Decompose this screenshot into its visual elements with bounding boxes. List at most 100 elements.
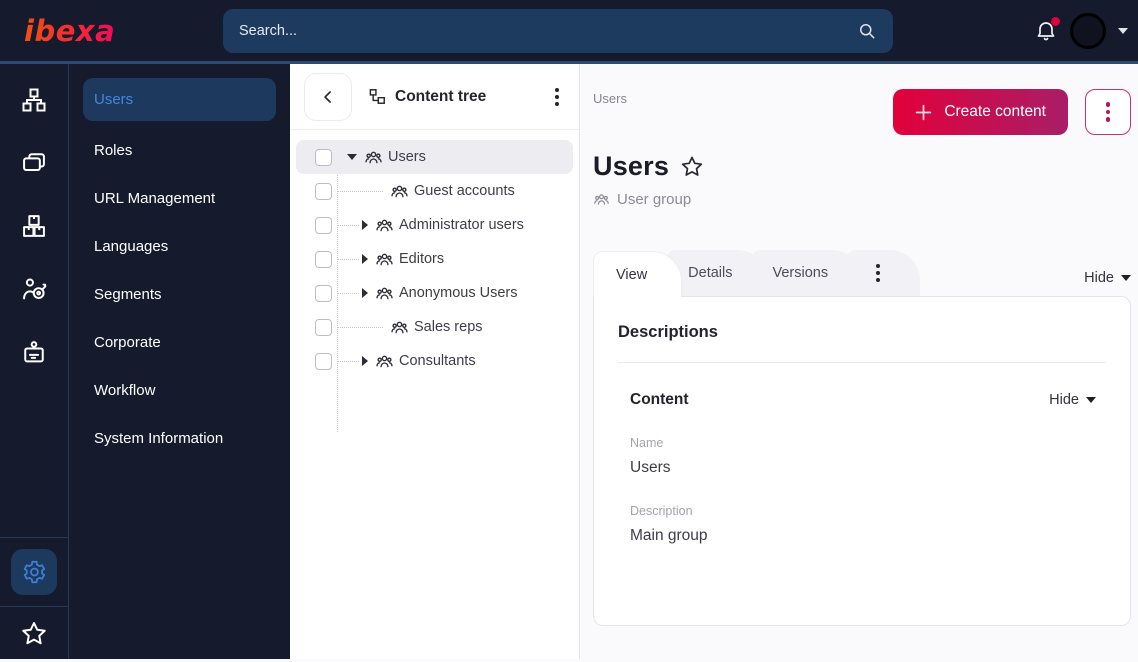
sidebar-item-roles[interactable]: Roles: [69, 126, 290, 174]
tree-connector: [337, 292, 359, 294]
page-title: Users: [593, 151, 670, 181]
admin-badge-icon[interactable]: [17, 335, 51, 369]
search-input[interactable]: [239, 22, 857, 39]
create-content-button[interactable]: Create content: [893, 89, 1068, 135]
user-group-icon: [375, 216, 394, 235]
sidebar-item-label: Roles: [94, 141, 133, 159]
tree-connector: [337, 360, 359, 362]
sidebar-item-segments[interactable]: Segments: [69, 270, 290, 318]
tree-connector: [337, 326, 383, 328]
content-tree: Users Guest accounts Administrator users: [290, 130, 579, 432]
personalization-icon[interactable]: [17, 272, 51, 306]
gear-icon: [23, 560, 46, 584]
tab-versions[interactable]: Versions: [750, 250, 863, 296]
notifications-button[interactable]: [1034, 16, 1060, 44]
sidebar-item-system-information[interactable]: System Information: [69, 414, 290, 462]
caret-right-icon[interactable]: [362, 220, 368, 230]
notification-dot: [1051, 16, 1060, 26]
tree-options-kebab[interactable]: [549, 82, 565, 112]
rail-divider: [0, 537, 68, 538]
sidebar-item-url-management[interactable]: URL Management: [69, 174, 290, 222]
breadcrumb[interactable]: Users: [593, 91, 627, 106]
user-menu-caret-icon[interactable]: [1118, 27, 1128, 34]
sidebar-item-languages[interactable]: Languages: [69, 222, 290, 270]
tree-checkbox[interactable]: [315, 250, 332, 268]
hide-section-toggle[interactable]: Hide: [1049, 392, 1096, 408]
tree-checkbox[interactable]: [315, 318, 332, 336]
admin-settings-button[interactable]: [11, 549, 57, 595]
brand-text: ibexa: [24, 14, 115, 48]
sidebar-item-corporate[interactable]: Corporate: [69, 318, 290, 366]
tree-item-consultants[interactable]: Consultants: [296, 344, 573, 378]
sidebar-item-label: Segments: [94, 285, 162, 303]
user-avatar[interactable]: [1070, 12, 1106, 49]
content-actions-kebab[interactable]: [1085, 89, 1131, 135]
tree-checkbox[interactable]: [315, 352, 332, 370]
content-tree-panel: Content tree Users Guest accounts Admini…: [290, 64, 580, 659]
top-bar: ibexa: [0, 0, 1138, 64]
sidebar-item-label: Workflow: [94, 381, 156, 399]
content-type-label: User group: [593, 191, 1131, 208]
user-group-icon: [390, 318, 409, 337]
tree-connector: [337, 224, 359, 226]
tree-connector: [337, 190, 383, 192]
field-name: Name Users: [618, 436, 1106, 477]
caret-down-icon: [1121, 275, 1131, 281]
admin-sidebar: Users Roles URL Management Languages Seg…: [69, 64, 290, 659]
pages-icon[interactable]: [17, 146, 51, 180]
tab-bar: View Details Versions Hide: [593, 250, 1131, 297]
tree-icon: [369, 89, 385, 104]
sidebar-item-workflow[interactable]: Workflow: [69, 366, 290, 414]
bookmarks-star-icon[interactable]: [19, 619, 49, 649]
main-content: Users Create content Users User group Vi…: [580, 64, 1138, 659]
user-group-icon: [375, 352, 394, 371]
hide-tabs-toggle[interactable]: Hide: [1084, 270, 1131, 296]
global-search[interactable]: [223, 8, 893, 53]
tree-checkbox[interactable]: [315, 216, 332, 234]
caret-right-icon[interactable]: [362, 254, 368, 264]
tree-item-guest-accounts[interactable]: Guest accounts: [296, 174, 573, 208]
tree-item-users[interactable]: Users: [296, 140, 573, 174]
user-group-icon: [390, 182, 409, 201]
tree-connector: [337, 258, 359, 260]
caret-down-icon: [1086, 397, 1096, 403]
tab-view[interactable]: View: [593, 251, 683, 297]
favorite-star-icon[interactable]: [679, 154, 705, 180]
field-value: Main group: [630, 527, 708, 544]
tree-item-editors[interactable]: Editors: [296, 242, 573, 276]
field-value: Users: [630, 459, 671, 476]
tree-checkbox[interactable]: [315, 284, 332, 302]
field-label: Name: [630, 436, 664, 450]
field-description: Description Main group: [618, 504, 1106, 545]
tree-checkbox[interactable]: [315, 182, 332, 200]
tree-checkbox[interactable]: [315, 148, 332, 166]
caret-right-icon[interactable]: [362, 356, 368, 366]
chevron-left-icon: [324, 90, 331, 103]
search-icon[interactable]: [857, 21, 877, 41]
sidebar-item-users[interactable]: Users: [83, 78, 276, 121]
field-label: Description: [630, 504, 693, 518]
tree-item-sales-reps[interactable]: Sales reps: [296, 310, 573, 344]
sidebar-item-label: Users: [94, 91, 134, 108]
product-catalog-icon[interactable]: [17, 209, 51, 243]
user-group-icon: [593, 191, 610, 208]
content-tree-title: Content tree: [368, 87, 486, 106]
collapse-tree-button[interactable]: [304, 72, 352, 121]
content-section-title: Content: [630, 391, 689, 408]
plus-icon: [916, 104, 932, 120]
user-group-icon: [364, 148, 383, 167]
icon-rail: [0, 64, 69, 659]
user-group-icon: [375, 284, 394, 303]
sidebar-item-label: System Information: [94, 429, 224, 447]
sidebar-item-label: URL Management: [94, 189, 216, 207]
view-tab-card: Descriptions Content Hide Name Users Des…: [593, 296, 1131, 626]
user-group-icon: [375, 250, 394, 269]
sidebar-item-label: Languages: [94, 237, 169, 255]
caret-down-icon[interactable]: [347, 154, 357, 160]
ibexa-logo[interactable]: ibexa: [0, 13, 223, 49]
content-structure-icon[interactable]: [17, 83, 51, 117]
tree-item-anonymous-users[interactable]: Anonymous Users: [296, 276, 573, 310]
tree-item-administrator-users[interactable]: Administrator users: [296, 208, 573, 242]
card-divider: [618, 362, 1106, 363]
caret-right-icon[interactable]: [362, 288, 368, 298]
